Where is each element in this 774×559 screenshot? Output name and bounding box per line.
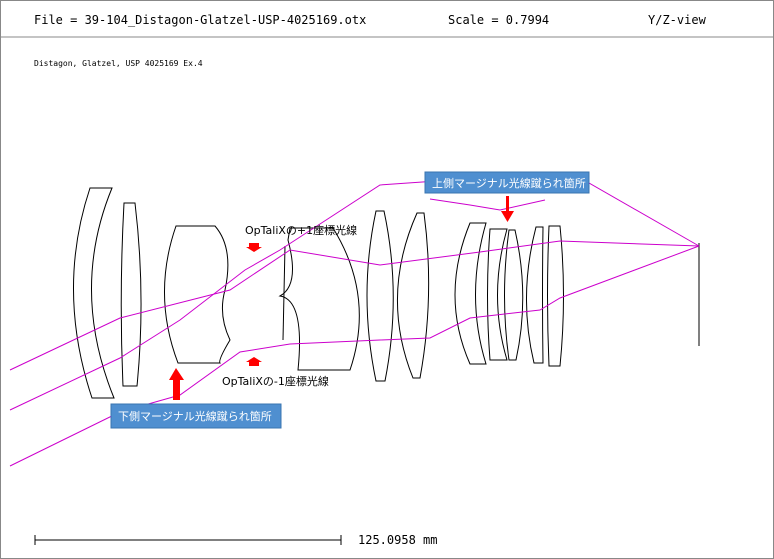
- header-file: File = 39-104_Distagon-Glatzel-USP-40251…: [34, 13, 366, 27]
- minus-chief-label: OpTaliXの-1座標光線: [222, 374, 329, 388]
- scale-bar-label: 125.0958 mm: [358, 533, 437, 547]
- frame-border: [0, 0, 774, 559]
- optical-layout-diagram: File = 39-104_Distagon-Glatzel-USP-40251…: [0, 0, 774, 559]
- lower-marginal-callout: 下側マージナル光線蹴られ箇所: [110, 403, 282, 429]
- header-scale: Scale = 0.7994: [448, 13, 549, 27]
- design-subtitle: Distagon, Glatzel, USP 4025169 Ex.4: [34, 59, 203, 68]
- upper-marginal-label: 上側マージナル光線蹴られ箇所: [432, 176, 586, 190]
- lower-marginal-label: 下側マージナル光線蹴られ箇所: [118, 409, 272, 423]
- upper-marginal-callout: 上側マージナル光線蹴られ箇所: [424, 171, 590, 194]
- plus-chief-label: OpTaliXの+1座標光線: [245, 223, 357, 237]
- header-view: Y/Z-view: [648, 13, 707, 27]
